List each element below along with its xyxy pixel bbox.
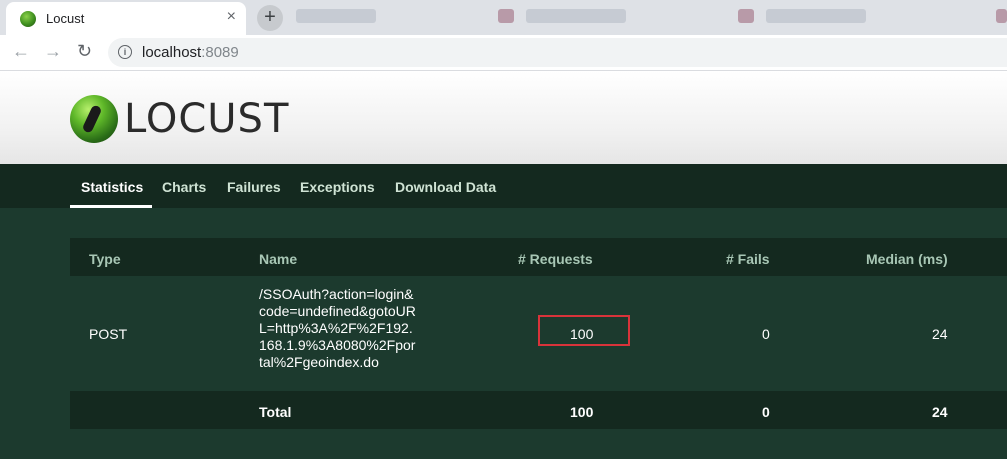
- address-url[interactable]: localhost:8089: [142, 44, 239, 61]
- requests-highlight-box: [538, 315, 630, 346]
- total-fails: 0: [762, 404, 770, 420]
- blurred-tab-favicon-icon: [996, 9, 1007, 23]
- new-tab-button[interactable]: +: [257, 5, 283, 31]
- total-label: Total: [259, 404, 292, 420]
- locust-favicon-icon: [20, 11, 36, 27]
- column-header-type[interactable]: Type: [89, 251, 121, 267]
- back-arrow-icon[interactable]: ←: [12, 41, 30, 61]
- blurred-tab-favicon-icon: [738, 9, 754, 23]
- active-tab-indicator: [70, 205, 152, 208]
- column-header-requests[interactable]: # Requests: [518, 251, 593, 267]
- row-median: 24: [932, 326, 948, 342]
- url-host: localhost: [142, 44, 202, 61]
- site-info-icon[interactable]: i: [118, 45, 132, 59]
- table-header-row: Type Name # Requests # Fails Median (ms): [70, 238, 1007, 276]
- main-nav: Statistics Charts Failures Exceptions Do…: [0, 164, 1007, 208]
- url-port: :8089: [201, 44, 239, 61]
- row-fails: 0: [762, 326, 770, 342]
- column-header-median[interactable]: Median (ms): [866, 251, 948, 267]
- blurred-tab[interactable]: [296, 9, 376, 23]
- tab-failures[interactable]: Failures: [227, 179, 281, 195]
- total-median: 24: [932, 404, 948, 420]
- locust-logo-icon: [70, 95, 118, 143]
- total-requests: 100: [570, 404, 594, 420]
- blurred-tab[interactable]: [526, 9, 626, 23]
- tab-charts[interactable]: Charts: [162, 179, 206, 195]
- tab-statistics[interactable]: Statistics: [81, 179, 143, 195]
- row-name: /SSOAuth?action=login&code=undefined&got…: [259, 286, 416, 370]
- tab-download-data[interactable]: Download Data: [395, 179, 496, 195]
- column-header-name[interactable]: Name: [259, 251, 297, 267]
- column-header-fails[interactable]: # Fails: [726, 251, 770, 267]
- browser-tab[interactable]: Locust ×: [6, 2, 246, 35]
- browser-tab-title: Locust: [46, 11, 85, 26]
- reload-icon[interactable]: ↻: [77, 41, 92, 61]
- locust-bug-icon: [81, 104, 103, 134]
- address-bar[interactable]: i localhost:8089: [108, 38, 1007, 67]
- blurred-tab[interactable]: [766, 9, 866, 23]
- row-type: POST: [89, 326, 128, 342]
- locust-header: LOCUST: [0, 71, 1007, 164]
- tab-exceptions[interactable]: Exceptions: [300, 179, 375, 195]
- browser-toolbar: ← → ↻ i localhost:8089: [0, 35, 1007, 71]
- blurred-tab-favicon-icon: [498, 9, 514, 23]
- close-tab-icon[interactable]: ×: [227, 9, 236, 25]
- table-total-row: Total 100 0 24: [70, 391, 1007, 429]
- table-row: POST /SSOAuth?action=login&code=undefine…: [70, 276, 1007, 391]
- browser-tab-strip: Locust × +: [0, 0, 1007, 35]
- logo-text: LOCUST: [124, 96, 290, 142]
- forward-arrow-icon[interactable]: →: [44, 41, 62, 61]
